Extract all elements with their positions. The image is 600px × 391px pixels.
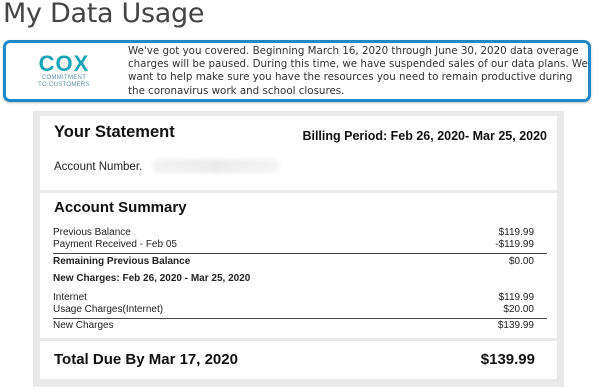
new-charges-label: New Charges [53,320,114,331]
new-charges-period-header: New Charges: Feb 26, 2020 - Mar 25, 2020 [53,273,251,284]
statement-header-card: Your Statement Billing Period: Feb 26, 2… [40,116,557,190]
previous-balance-label: Previous Balance [53,227,131,238]
payment-received-value: -$119.99 [495,239,534,250]
cox-logo-tagline-1: Commitment [41,75,87,81]
cox-logo-word: cox [38,51,90,76]
divider [53,253,547,254]
payment-received-row: Payment Received - Feb 05 -$119.99 [53,239,534,251]
previous-balance-value: $119.99 [498,227,534,238]
billing-period: Billing Period: Feb 26, 2020- Mar 25, 20… [302,129,547,143]
remaining-previous-balance-value: $0.00 [508,256,534,267]
divider [53,318,547,319]
usage-charges-label: Usage Charges(Internet) [53,304,164,315]
notice-text: We've got you covered. Beginning March 1… [128,45,588,97]
account-number-label: Account Number. [54,161,143,173]
account-summary-title: Account Summary [54,199,187,216]
new-charges-row: New Charges $139.99 [53,320,534,332]
new-charges-header-row: New Charges: Feb 26, 2020 - Mar 25, 2020 [53,273,534,285]
total-due-card: Total Due By Mar 17, 2020 $139.99 [40,341,557,379]
cox-logo: cox Commitment to customers [28,53,100,89]
remaining-previous-balance-label: Remaining Previous Balance [53,256,191,267]
cox-logo-tagline-2: to customers [38,82,90,88]
internet-label: Internet [53,292,87,303]
internet-value: $119.99 [498,292,534,303]
usage-charges-value: $20.00 [503,304,534,315]
payment-received-label: Payment Received - Feb 05 [53,239,177,250]
internet-row: Internet $119.99 [53,292,534,304]
statement-panel: Your Statement Billing Period: Feb 26, 2… [33,111,564,387]
statement-title: Your Statement [54,123,175,141]
account-summary-card: Account Summary Previous Balance $119.99… [40,193,557,338]
coronavirus-notice-banner: cox Commitment to customers We've got yo… [3,40,591,102]
new-charges-value: $139.99 [497,320,534,331]
remaining-previous-balance-row: Remaining Previous Balance $0.00 [53,256,534,268]
usage-charges-row: Usage Charges(Internet) $20.00 [53,304,534,316]
previous-balance-row: Previous Balance $119.99 [53,227,534,239]
page-title: My Data Usage [3,0,205,29]
account-number-redacted [152,159,280,173]
total-due-label: Total Due By Mar 17, 2020 [54,351,238,368]
total-due-value: $139.99 [480,351,535,368]
